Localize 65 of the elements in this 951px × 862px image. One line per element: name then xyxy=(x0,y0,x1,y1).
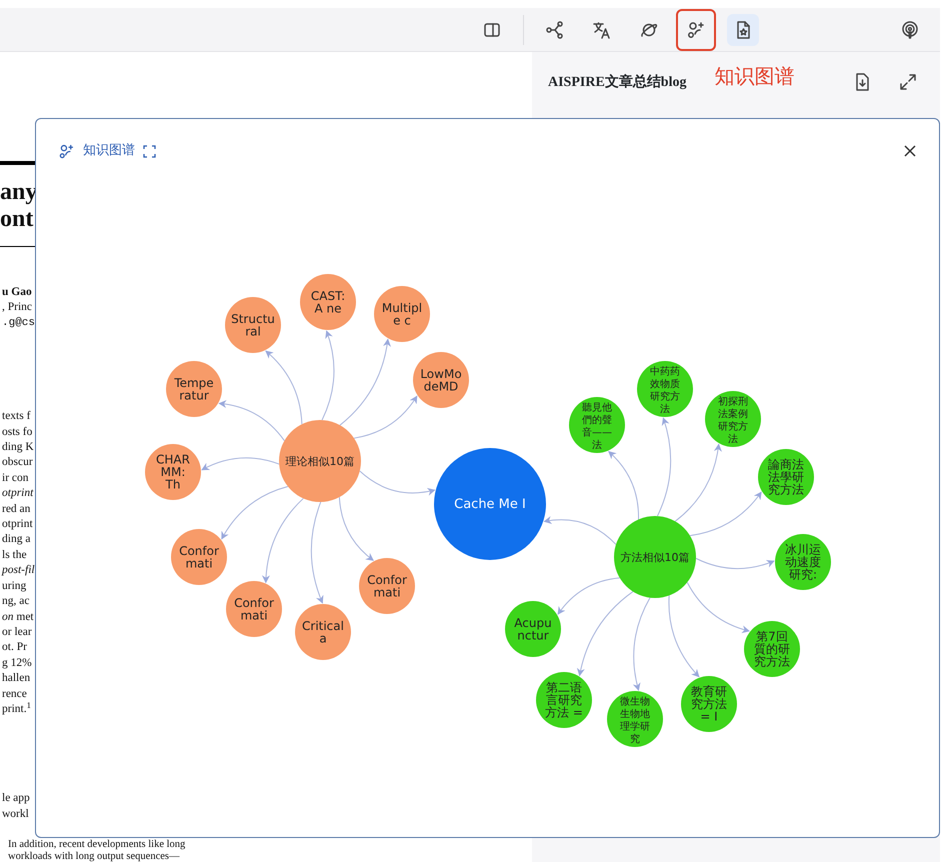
graph-node[interactable]: Confor mati xyxy=(171,529,227,585)
body-text: hallen xyxy=(1,671,32,686)
author-text: , Princ xyxy=(1,300,34,316)
graph-node[interactable]: 第二语 言研究 方法 = xyxy=(536,672,592,728)
body-text: otprint xyxy=(1,486,34,502)
body-text: osts fo xyxy=(1,424,34,440)
people-plus-icon xyxy=(686,20,706,40)
translate-icon xyxy=(592,20,612,40)
graph-node[interactable]: 初探刑 法案例 研究方 法 xyxy=(705,391,761,447)
graph-node[interactable]: 理论相似10篇 xyxy=(279,420,361,502)
body-text: otprint xyxy=(1,517,34,532)
body-text: le app xyxy=(1,791,31,806)
graph-node[interactable]: 微生物 生物地 理学研 究 xyxy=(607,691,663,747)
body-text: ng, ac xyxy=(1,594,30,610)
graph-node[interactable]: 冰川运 动速度 研究: xyxy=(775,534,831,590)
graph-node[interactable]: Critical a xyxy=(295,604,351,660)
graph-node[interactable]: 中药药 效物质 研究方 法 xyxy=(637,361,693,417)
body-text: on met xyxy=(1,610,35,624)
body-text: ding K xyxy=(1,440,35,456)
graph-node[interactable]: 教育研 究方法 = I xyxy=(681,676,737,732)
body-text: ot. Pr xyxy=(1,640,28,656)
author-text: .g@cs xyxy=(1,316,36,331)
panel-title: AISPIRE文章总结blog xyxy=(548,72,686,92)
body-text: In addition, recent developments like long xyxy=(7,839,186,852)
graph-node[interactable]: 論商法 法學研 究方法 xyxy=(758,449,814,505)
body-text: obscur xyxy=(1,455,34,470)
dialog-title: 知识图谱 xyxy=(83,142,135,160)
graph-node[interactable]: CAST: A ne xyxy=(300,274,356,330)
body-text: workl xyxy=(1,806,30,822)
people-plus-button[interactable] xyxy=(676,8,716,50)
body-text: ls the xyxy=(1,548,28,563)
body-text: print.$^{1}$ xyxy=(1,702,32,717)
graph-node[interactable]: LowMo deMD xyxy=(413,352,469,408)
graph-node[interactable]: Structu ral xyxy=(225,297,281,353)
body-text: post-fil xyxy=(0,563,36,578)
document-title-text: ont xyxy=(0,206,34,233)
body-text: workloads with long output sequences— xyxy=(7,851,180,862)
body-text: ir con xyxy=(1,470,30,486)
expand-icon xyxy=(898,72,918,92)
close-icon xyxy=(903,144,917,158)
document-title-text: any xyxy=(0,179,38,206)
body-text: uring xyxy=(1,578,28,594)
document-star-button[interactable] xyxy=(727,14,759,46)
body-text: texts f xyxy=(1,409,32,424)
body-text: ding a xyxy=(1,532,32,548)
body-text: red an xyxy=(1,502,32,517)
graph-node[interactable]: 方法相似10篇 xyxy=(614,516,696,598)
podcast-icon xyxy=(900,20,920,40)
annotation-label: 知识图谱 xyxy=(714,63,794,90)
share-icon xyxy=(545,20,565,40)
author-text: u Gao xyxy=(1,285,33,300)
body-text: g 12% xyxy=(1,656,33,671)
fullscreen-icon[interactable] xyxy=(143,144,156,158)
people-plus-icon xyxy=(58,142,75,160)
graph-node[interactable]: Tempe ratur xyxy=(166,361,222,417)
graph-node[interactable]: 第7回 質的研 究方法 xyxy=(744,621,800,677)
graph-node[interactable]: Confor mati xyxy=(359,558,415,614)
graph-node[interactable]: CHAR MM: Th xyxy=(145,444,201,500)
graph-node[interactable]: Acupu nctur xyxy=(505,601,561,657)
body-text: or lear xyxy=(1,624,33,640)
body-text: rence xyxy=(1,686,28,702)
graph-node[interactable]: Confor mati xyxy=(226,581,282,637)
graph-node[interactable]: Cache Me I xyxy=(434,448,546,560)
graph-node[interactable]: 聽見他 們的聲 音—— 法 xyxy=(569,397,625,453)
graph-node[interactable]: Multipl e c xyxy=(374,286,430,342)
